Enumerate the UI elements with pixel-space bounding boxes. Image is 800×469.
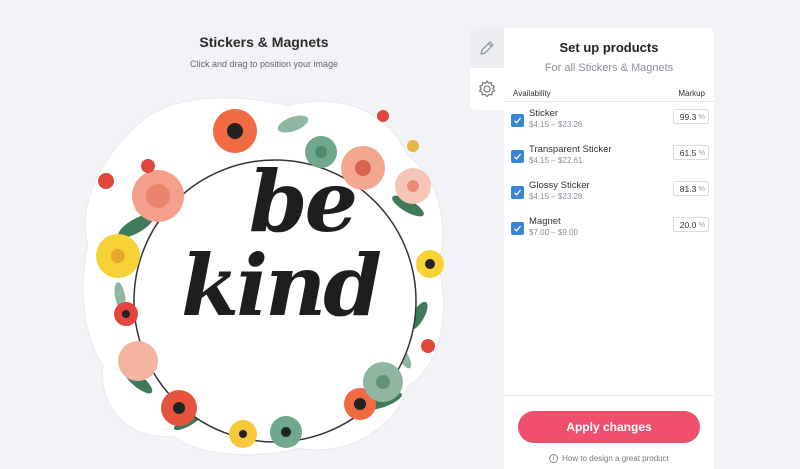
markup-input[interactable]: 81.3 % — [673, 181, 709, 196]
product-price-range: $4.15 – $22.61 — [529, 156, 583, 165]
checkmark-icon — [514, 153, 522, 160]
panel-subtitle: For all Stickers & Magnets — [544, 62, 674, 74]
design-text-kind: kind — [181, 236, 382, 335]
product-checkbox[interactable] — [511, 222, 524, 235]
editor-subtitle: Click and drag to position your image — [189, 59, 339, 69]
help-link[interactable]: i How to design a great product — [504, 454, 714, 463]
markup-header: Markup — [678, 89, 705, 98]
help-link-text[interactable]: How to design a great product — [562, 454, 669, 463]
availability-header: Availability — [513, 89, 551, 98]
markup-value: 99.3 — [679, 111, 697, 122]
product-row-sticker: Sticker $4.15 – $23.26 99.3 % — [504, 104, 714, 140]
product-list: Sticker $4.15 – $23.26 99.3 % Transparen… — [504, 104, 714, 248]
editor-title: Stickers & Magnets — [199, 34, 329, 50]
editor-canvas: Stickers & Magnets Click and drag to pos… — [0, 0, 470, 469]
tab-edit[interactable] — [470, 28, 504, 68]
panel-footer: Apply changes i How to design a great pr… — [504, 395, 714, 469]
product-setup-panel: Set up products For all Stickers & Magne… — [504, 28, 714, 469]
design-text-be: be — [248, 152, 358, 251]
product-price-range: $4.15 – $23.28 — [529, 192, 583, 201]
checkmark-icon — [514, 225, 522, 232]
product-name: Glossy Sticker — [529, 180, 590, 191]
product-price-range: $7.00 – $9.00 — [529, 228, 578, 237]
gear-icon — [478, 80, 496, 98]
markup-input[interactable]: 20.0 % — [673, 217, 709, 232]
product-name: Transparent Sticker — [529, 144, 612, 155]
markup-unit: % — [698, 148, 705, 157]
column-headers: Availability Markup — [504, 89, 714, 102]
markup-unit: % — [698, 220, 705, 229]
markup-value: 81.3 — [679, 183, 697, 194]
panel-title: Set up products — [559, 40, 659, 55]
product-price-range: $4.15 – $23.26 — [529, 120, 583, 129]
checkmark-icon — [514, 189, 522, 196]
markup-value: 20.0 — [679, 219, 697, 230]
product-name: Sticker — [529, 108, 559, 119]
side-tabs — [470, 28, 504, 110]
product-checkbox[interactable] — [511, 150, 524, 163]
product-checkbox[interactable] — [511, 114, 524, 127]
checkmark-icon — [514, 117, 522, 124]
info-icon: i — [549, 454, 559, 463]
product-name: Magnet — [529, 216, 561, 227]
markup-unit: % — [698, 184, 705, 193]
markup-input[interactable]: 99.3 % — [673, 109, 709, 124]
apply-changes-button[interactable]: Apply changes — [518, 411, 700, 443]
product-row-glossy-sticker: Glossy Sticker $4.15 – $23.28 81.3 % — [504, 176, 714, 212]
markup-value: 61.5 — [679, 147, 697, 158]
product-checkbox[interactable] — [511, 186, 524, 199]
product-row-magnet: Magnet $7.00 – $9.00 20.0 % — [504, 212, 714, 248]
product-row-transparent-sticker: Transparent Sticker $4.15 – $22.61 61.5 … — [504, 140, 714, 176]
markup-unit: % — [698, 112, 705, 121]
pencil-icon — [480, 41, 494, 55]
markup-input[interactable]: 61.5 % — [673, 145, 709, 160]
tab-settings[interactable] — [470, 68, 504, 110]
